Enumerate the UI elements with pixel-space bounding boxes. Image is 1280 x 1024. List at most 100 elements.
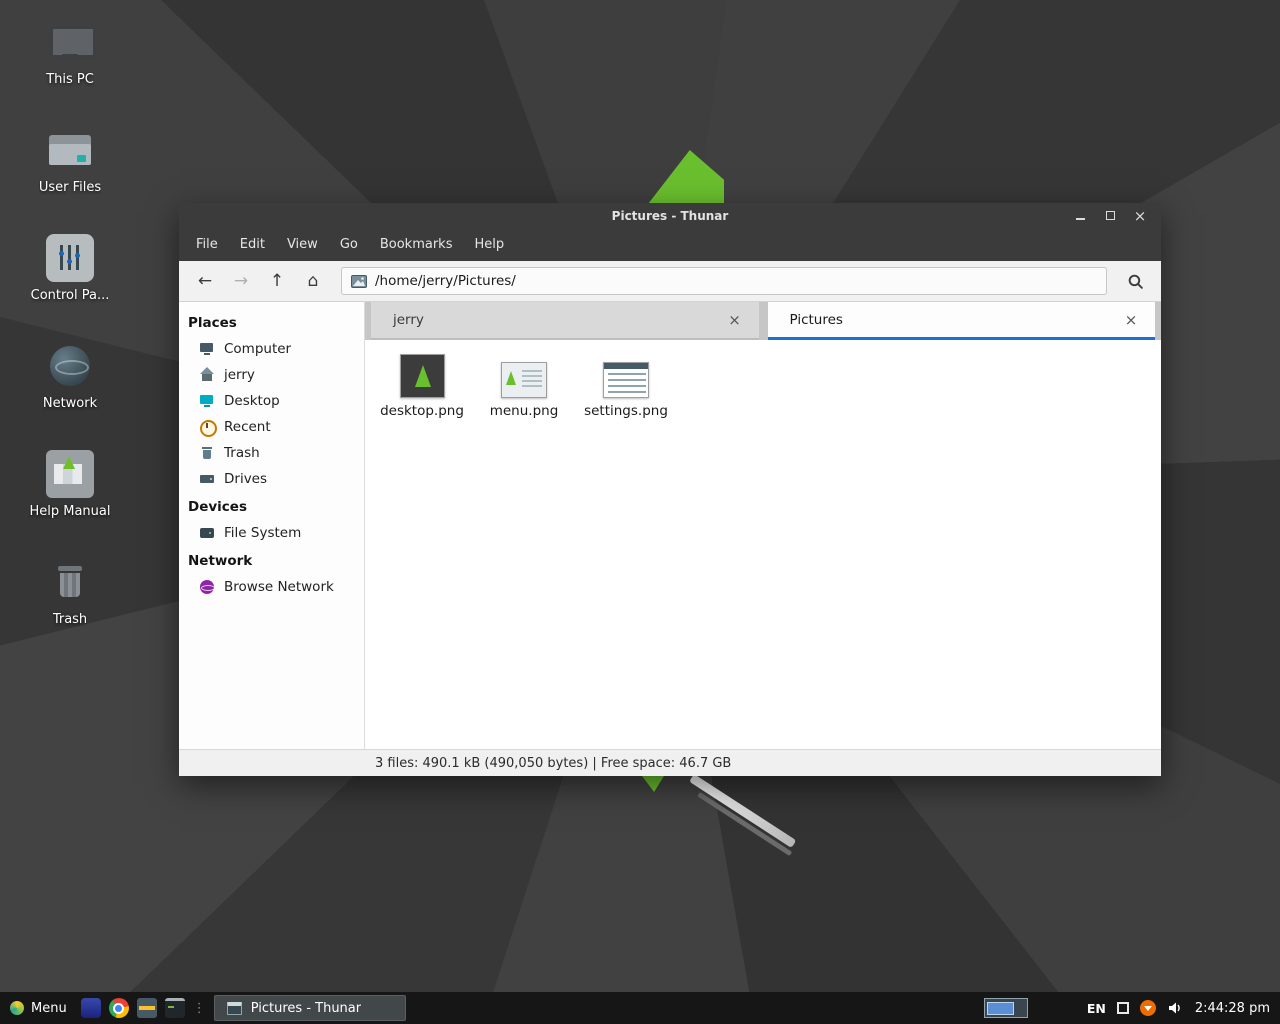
taskbar-task-pictures-thunar[interactable]: Pictures - Thunar bbox=[214, 995, 406, 1021]
file-menu-png[interactable]: menu.png bbox=[475, 348, 573, 419]
clock-icon bbox=[199, 419, 215, 435]
update-notifier-icon[interactable] bbox=[1140, 1000, 1156, 1016]
up-icon[interactable]: ↑ bbox=[261, 266, 293, 296]
network-globe-icon bbox=[199, 579, 215, 595]
status-text: 3 files: 490.1 kB (490,050 bytes) | Free… bbox=[375, 756, 731, 771]
tab-close-icon[interactable]: × bbox=[1121, 310, 1141, 330]
tab-label: jerry bbox=[393, 312, 424, 328]
close-button[interactable]: × bbox=[1125, 203, 1155, 228]
sidebar-item-file-system[interactable]: File System bbox=[179, 520, 364, 546]
globe-icon bbox=[46, 342, 94, 390]
sidebar-header-devices: Devices bbox=[179, 492, 364, 520]
sidebar-item-computer[interactable]: Computer bbox=[179, 336, 364, 362]
path-bar[interactable]: /home/jerry/Pictures/ bbox=[341, 267, 1107, 295]
image-thumbnail bbox=[603, 362, 649, 398]
tab-close-icon[interactable]: × bbox=[725, 310, 745, 330]
menu-button-label: Menu bbox=[31, 1001, 67, 1016]
panel-overflow-icon[interactable]: ⋮ bbox=[189, 1001, 210, 1016]
taskbar: Menu ⋮ Pictures - Thunar EN 2:44:28 pm bbox=[0, 992, 1280, 1024]
file-desktop-png[interactable]: desktop.png bbox=[373, 348, 471, 419]
menubar: File Edit View Go Bookmarks Help bbox=[179, 228, 1161, 261]
search-icon[interactable] bbox=[1119, 266, 1151, 296]
path-text[interactable]: /home/jerry/Pictures/ bbox=[375, 273, 516, 289]
launcher-archive[interactable] bbox=[133, 992, 161, 1024]
home-icon[interactable]: ⌂ bbox=[297, 266, 329, 296]
desktop-icon-control-panel[interactable]: Control Pa... bbox=[10, 234, 130, 303]
back-icon[interactable]: ← bbox=[189, 266, 221, 296]
tab-pictures[interactable]: Pictures × bbox=[768, 302, 1156, 340]
menu-bookmarks[interactable]: Bookmarks bbox=[369, 231, 464, 258]
volume-icon[interactable] bbox=[1167, 1000, 1184, 1017]
window-titlebar[interactable]: Pictures - Thunar × bbox=[179, 203, 1161, 228]
task-button-label: Pictures - Thunar bbox=[251, 1001, 361, 1016]
terminal-icon bbox=[165, 998, 185, 1018]
window-title: Pictures - Thunar bbox=[612, 209, 729, 223]
menu-go[interactable]: Go bbox=[329, 231, 369, 258]
map-icon bbox=[46, 450, 94, 498]
blue-app-icon bbox=[81, 998, 101, 1018]
desktop-icon bbox=[199, 393, 215, 409]
sidebar-item-label: Recent bbox=[224, 419, 271, 435]
tab-label: Pictures bbox=[790, 312, 843, 328]
sidebar-item-browse-network[interactable]: Browse Network bbox=[179, 574, 364, 600]
desktop-icon-label: Control Pa... bbox=[31, 288, 110, 303]
sidebar: Places Computer jerry Desktop Recent Tra… bbox=[179, 302, 365, 749]
desktop-icon-trash[interactable]: Trash bbox=[10, 558, 130, 627]
file-name: desktop.png bbox=[380, 403, 464, 419]
file-view[interactable]: desktop.png menu.png settings.png bbox=[365, 340, 1161, 749]
menu-file[interactable]: File bbox=[185, 231, 229, 258]
desktop-icon-label: User Files bbox=[39, 180, 101, 195]
sidebar-item-desktop[interactable]: Desktop bbox=[179, 388, 364, 414]
computer-icon bbox=[46, 18, 94, 66]
desktop-icon-user-files[interactable]: User Files bbox=[10, 126, 130, 195]
menu-edit[interactable]: Edit bbox=[229, 231, 276, 258]
sidebar-item-trash[interactable]: Trash bbox=[179, 440, 364, 466]
tab-bar: jerry × Pictures × bbox=[365, 302, 1161, 340]
sidebar-item-label: Trash bbox=[224, 445, 260, 461]
system-tray: EN 2:44:28 pm bbox=[984, 998, 1280, 1018]
keyboard-layout-indicator[interactable]: EN bbox=[1087, 1001, 1106, 1016]
image-file-icon bbox=[351, 275, 367, 288]
desktop-icon-label: This PC bbox=[46, 72, 94, 87]
drive-icon bbox=[199, 471, 215, 487]
window-controls: × bbox=[1065, 203, 1155, 228]
sidebar-item-recent[interactable]: Recent bbox=[179, 414, 364, 440]
sidebar-item-label: jerry bbox=[224, 367, 255, 383]
sidebar-item-home[interactable]: jerry bbox=[179, 362, 364, 388]
sidebar-item-label: Desktop bbox=[224, 393, 280, 409]
desktop-icon-this-pc[interactable]: This PC bbox=[10, 18, 130, 87]
thunar-window: Pictures - Thunar × File Edit View Go Bo… bbox=[179, 203, 1161, 776]
sidebar-item-label: File System bbox=[224, 525, 301, 541]
file-name: menu.png bbox=[490, 403, 559, 419]
desktop-icon-help-manual[interactable]: Help Manual bbox=[10, 450, 130, 519]
pager-window-preview bbox=[987, 1002, 1014, 1015]
main-pane: jerry × Pictures × desktop.png menu.png bbox=[365, 302, 1161, 749]
tab-jerry[interactable]: jerry × bbox=[371, 302, 759, 340]
desktop-icon-network[interactable]: Network bbox=[10, 342, 130, 411]
launcher-browser[interactable] bbox=[105, 992, 133, 1024]
home-icon bbox=[199, 367, 215, 383]
launcher-terminal[interactable] bbox=[161, 992, 189, 1024]
menu-help[interactable]: Help bbox=[463, 231, 515, 258]
sidebar-item-label: Drives bbox=[224, 471, 267, 487]
sidebar-item-drives[interactable]: Drives bbox=[179, 466, 364, 492]
maximize-button[interactable] bbox=[1095, 203, 1125, 228]
computer-icon bbox=[199, 341, 215, 357]
trash-icon bbox=[199, 445, 215, 461]
desktop-icon-label: Help Manual bbox=[29, 504, 110, 519]
menu-view[interactable]: View bbox=[276, 231, 329, 258]
hard-disk-icon bbox=[199, 525, 215, 541]
forward-icon[interactable]: → bbox=[225, 266, 257, 296]
folder-icon bbox=[46, 126, 94, 174]
distro-menu-icon bbox=[10, 1001, 24, 1015]
launcher-file-manager[interactable] bbox=[77, 992, 105, 1024]
file-settings-png[interactable]: settings.png bbox=[577, 348, 675, 419]
workspace-pager[interactable] bbox=[984, 998, 1028, 1018]
chrome-icon bbox=[109, 998, 129, 1018]
applications-menu-button[interactable]: Menu bbox=[0, 992, 77, 1024]
clock[interactable]: 2:44:28 pm bbox=[1195, 1001, 1270, 1016]
tray-app-icon[interactable] bbox=[1117, 1002, 1129, 1014]
image-thumbnail bbox=[400, 354, 445, 398]
minimize-button[interactable] bbox=[1065, 203, 1095, 228]
toolbar: ← → ↑ ⌂ /home/jerry/Pictures/ bbox=[179, 261, 1161, 302]
